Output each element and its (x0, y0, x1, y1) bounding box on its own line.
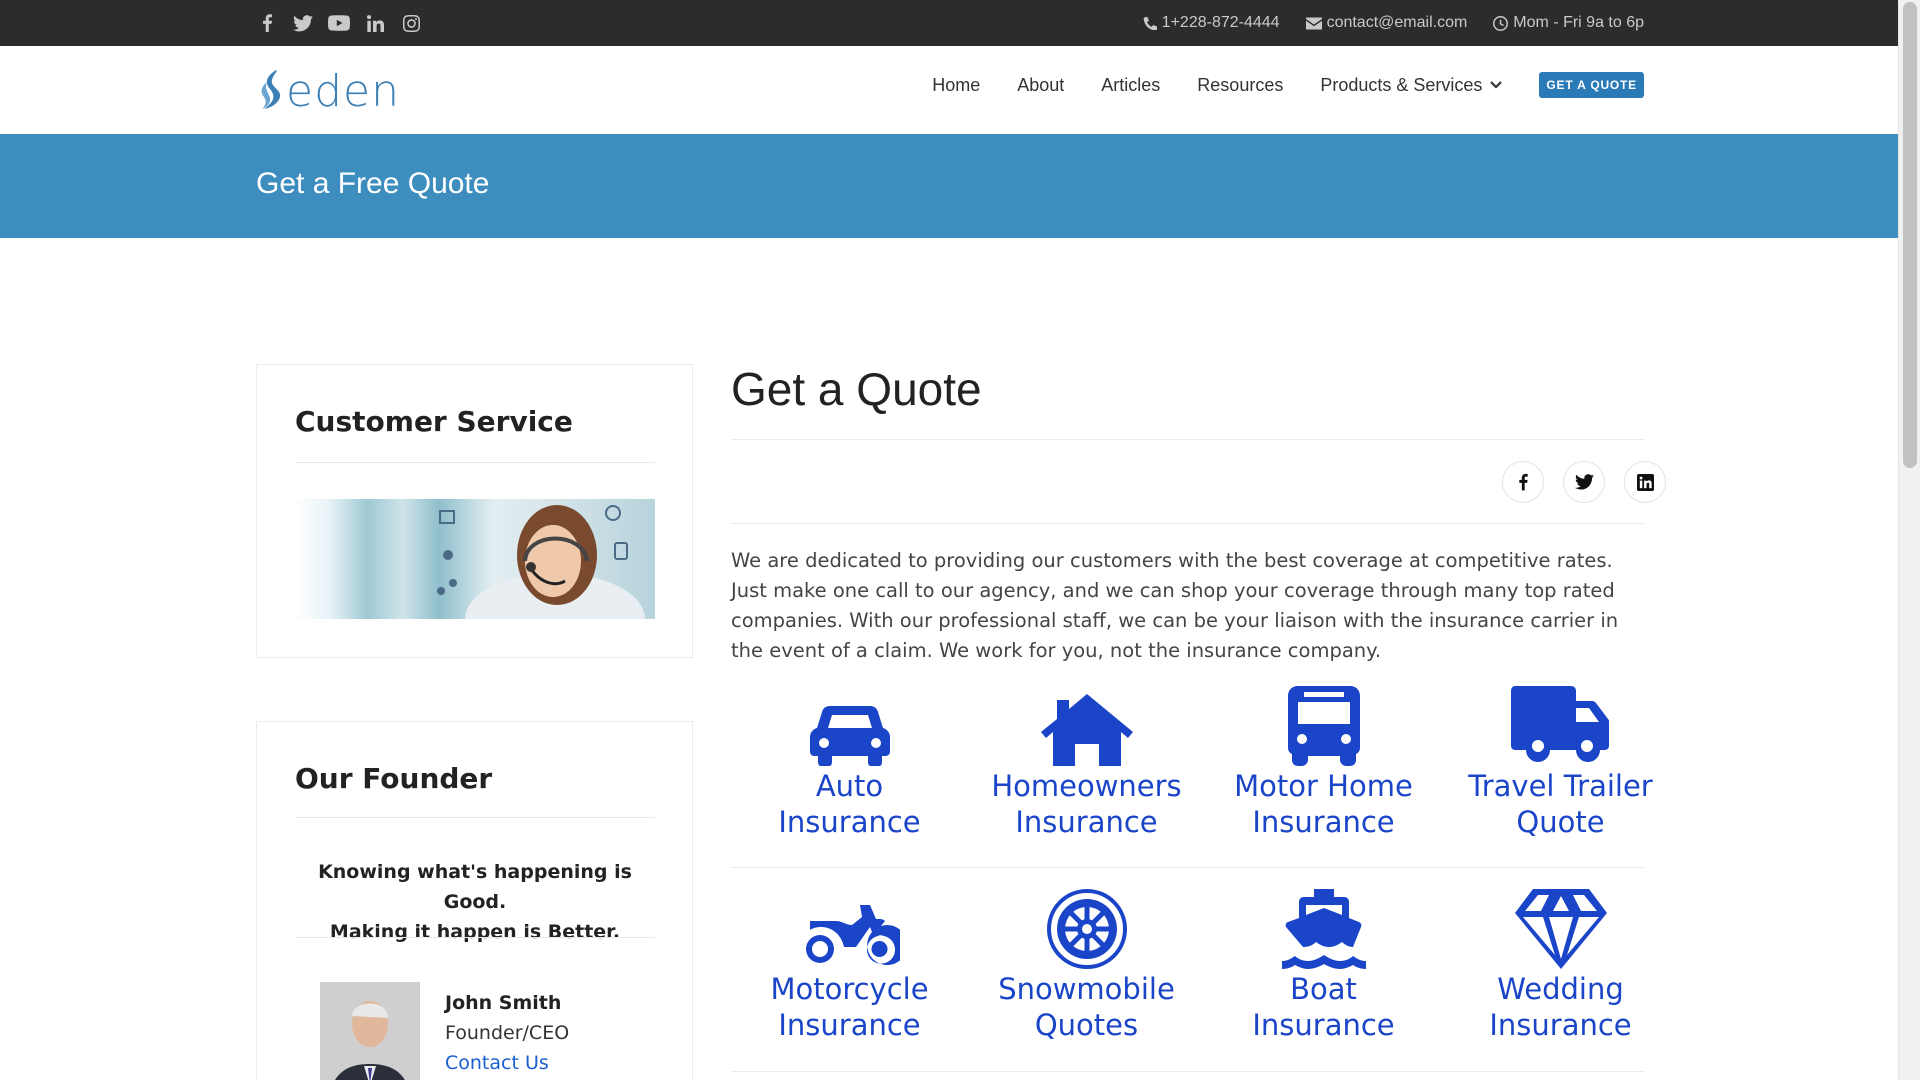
site-logo[interactable]: eden (256, 66, 400, 117)
diamond-icon (1514, 889, 1607, 969)
get-a-quote-button[interactable]: GET A QUOTE (1539, 72, 1644, 98)
contact-info: 1+228-872-4444 contact@email.com Mom - F… (1143, 14, 1644, 32)
clock-icon (1493, 15, 1509, 31)
page-title: Get a Quote (731, 363, 982, 415)
tile-label-line2: Insurance (778, 805, 921, 839)
customer-service-title: Customer Service (295, 405, 573, 438)
tile-label-line2: Insurance (1015, 805, 1158, 839)
tile-label-line1: Travel Trailer (1468, 769, 1653, 803)
business-hours: Mom - Fri 9a to 6p (1513, 14, 1644, 31)
tile-label-line2: Insurance (778, 1008, 921, 1042)
car-icon (809, 706, 890, 766)
tile-label-line1: Auto (815, 769, 884, 803)
tile-label-line2: Quote (1516, 805, 1605, 839)
nav-home[interactable]: Home (932, 75, 980, 96)
instagram-icon[interactable] (400, 12, 422, 34)
nav-products-services[interactable]: Products & Services (1320, 74, 1503, 96)
tile-label-line1: Homeowners (991, 769, 1182, 803)
tile-auto-insurance[interactable]: Auto Insurance (731, 684, 968, 840)
founder-title: Our Founder (295, 762, 493, 795)
facebook-icon (1519, 473, 1528, 491)
twitter-icon[interactable] (292, 12, 314, 34)
tile-label-line1: Motorcycle (770, 972, 929, 1006)
phone-item[interactable]: 1+228-872-4444 (1143, 14, 1280, 32)
social-links (256, 12, 422, 34)
tile-motorcycle-insurance[interactable]: Motorcycle Insurance (731, 887, 968, 1043)
founder-info: John Smith Founder/CEO Contact Us (445, 988, 569, 1078)
share-buttons (1502, 461, 1666, 503)
page-banner: Get a Free Quote (0, 134, 1898, 238)
founder-quote-line2: Making it happen is Better. (329, 921, 621, 943)
tile-label-line2: Insurance (1489, 1008, 1632, 1042)
snowflake-wheel-icon (1046, 889, 1127, 969)
tile-label-line2: Insurance (1252, 1008, 1395, 1042)
customer-service-card: Customer Service (256, 364, 693, 658)
nav-articles[interactable]: Articles (1101, 75, 1160, 96)
linkedin-icon (1636, 473, 1654, 491)
email-address: contact@email.com (1326, 14, 1468, 31)
page-scrollbar[interactable] (1898, 0, 1920, 1080)
intro-paragraph: We are dedicated to providing our custom… (731, 549, 1619, 662)
flame-logo-icon (261, 69, 281, 109)
linkedin-icon[interactable] (364, 12, 386, 34)
email-item[interactable]: contact@email.com (1305, 14, 1468, 32)
founder-photo (320, 982, 420, 1080)
founder-quote: Knowing what's happening is Good. Making… (295, 857, 655, 947)
founder-name: John Smith (445, 992, 562, 1014)
scrollbar-thumb[interactable] (1903, 2, 1917, 468)
nav-about[interactable]: About (1017, 75, 1064, 96)
nav-products-label: Products & Services (1320, 74, 1483, 95)
envelope-icon (1305, 17, 1322, 29)
nav-resources[interactable]: Resources (1197, 75, 1283, 96)
insurance-grid-row: Auto Insurance Homeowners Insurance Moto… (731, 684, 1679, 840)
bus-icon (1287, 686, 1360, 766)
divider (295, 937, 655, 938)
share-twitter-button[interactable] (1563, 461, 1605, 503)
chevron-down-icon (1490, 81, 1503, 89)
phone-icon (1143, 16, 1157, 30)
top-bar: 1+228-872-4444 contact@email.com Mom - F… (0, 0, 1898, 46)
share-linkedin-button[interactable] (1624, 461, 1666, 503)
tile-boat-insurance[interactable]: Boat Insurance (1205, 887, 1442, 1043)
divider (731, 867, 1644, 868)
tile-label-line1: Snowmobile (998, 972, 1175, 1006)
phone-number: 1+228-872-4444 (1161, 14, 1280, 31)
tile-label-line1: Wedding (1497, 972, 1624, 1006)
youtube-icon[interactable] (328, 12, 350, 34)
truck-icon (1510, 686, 1609, 762)
tile-homeowners-insurance[interactable]: Homeowners Insurance (968, 684, 1205, 840)
tile-label-line2: Quotes (1034, 1008, 1139, 1042)
founder-card: Our Founder Knowing what's happening is … (256, 721, 693, 1080)
site-header: eden Home About Articles Resources Produ… (0, 46, 1898, 134)
tile-snowmobile-quotes[interactable]: Snowmobile Quotes (968, 887, 1205, 1043)
logo-text: eden (286, 66, 400, 117)
tile-motor-home-insurance[interactable]: Motor Home Insurance (1205, 684, 1442, 840)
banner-title: Get a Free Quote (256, 167, 490, 200)
main-nav: Home About Articles Resources Products &… (932, 72, 1644, 98)
tile-label-line1: Motor Home (1234, 769, 1413, 803)
share-facebook-button[interactable] (1502, 461, 1544, 503)
founder-quote-line1: Knowing what's happening is Good. (318, 861, 632, 913)
ship-icon (1281, 889, 1366, 969)
divider (295, 817, 655, 818)
tile-label-line1: Boat (1290, 972, 1357, 1006)
tile-travel-trailer-quote[interactable]: Travel Trailer Quote (1442, 684, 1679, 840)
founder-role: Founder/CEO (445, 1022, 570, 1044)
twitter-icon (1574, 474, 1594, 490)
divider (295, 462, 655, 463)
hours-item: Mom - Fri 9a to 6p (1493, 14, 1644, 32)
divider (731, 523, 1644, 524)
divider (731, 439, 1644, 440)
divider (731, 1071, 1644, 1072)
tile-label-line2: Insurance (1252, 805, 1395, 839)
facebook-icon[interactable] (256, 12, 278, 34)
tile-wedding-insurance[interactable]: Wedding Insurance (1442, 887, 1679, 1043)
home-icon (1040, 694, 1133, 766)
insurance-grid-row: Motorcycle Insurance Snowmobile Quotes B… (731, 887, 1679, 1043)
customer-service-image (295, 499, 655, 619)
motorcycle-icon (805, 905, 900, 965)
contact-us-link[interactable]: Contact Us (445, 1052, 549, 1074)
